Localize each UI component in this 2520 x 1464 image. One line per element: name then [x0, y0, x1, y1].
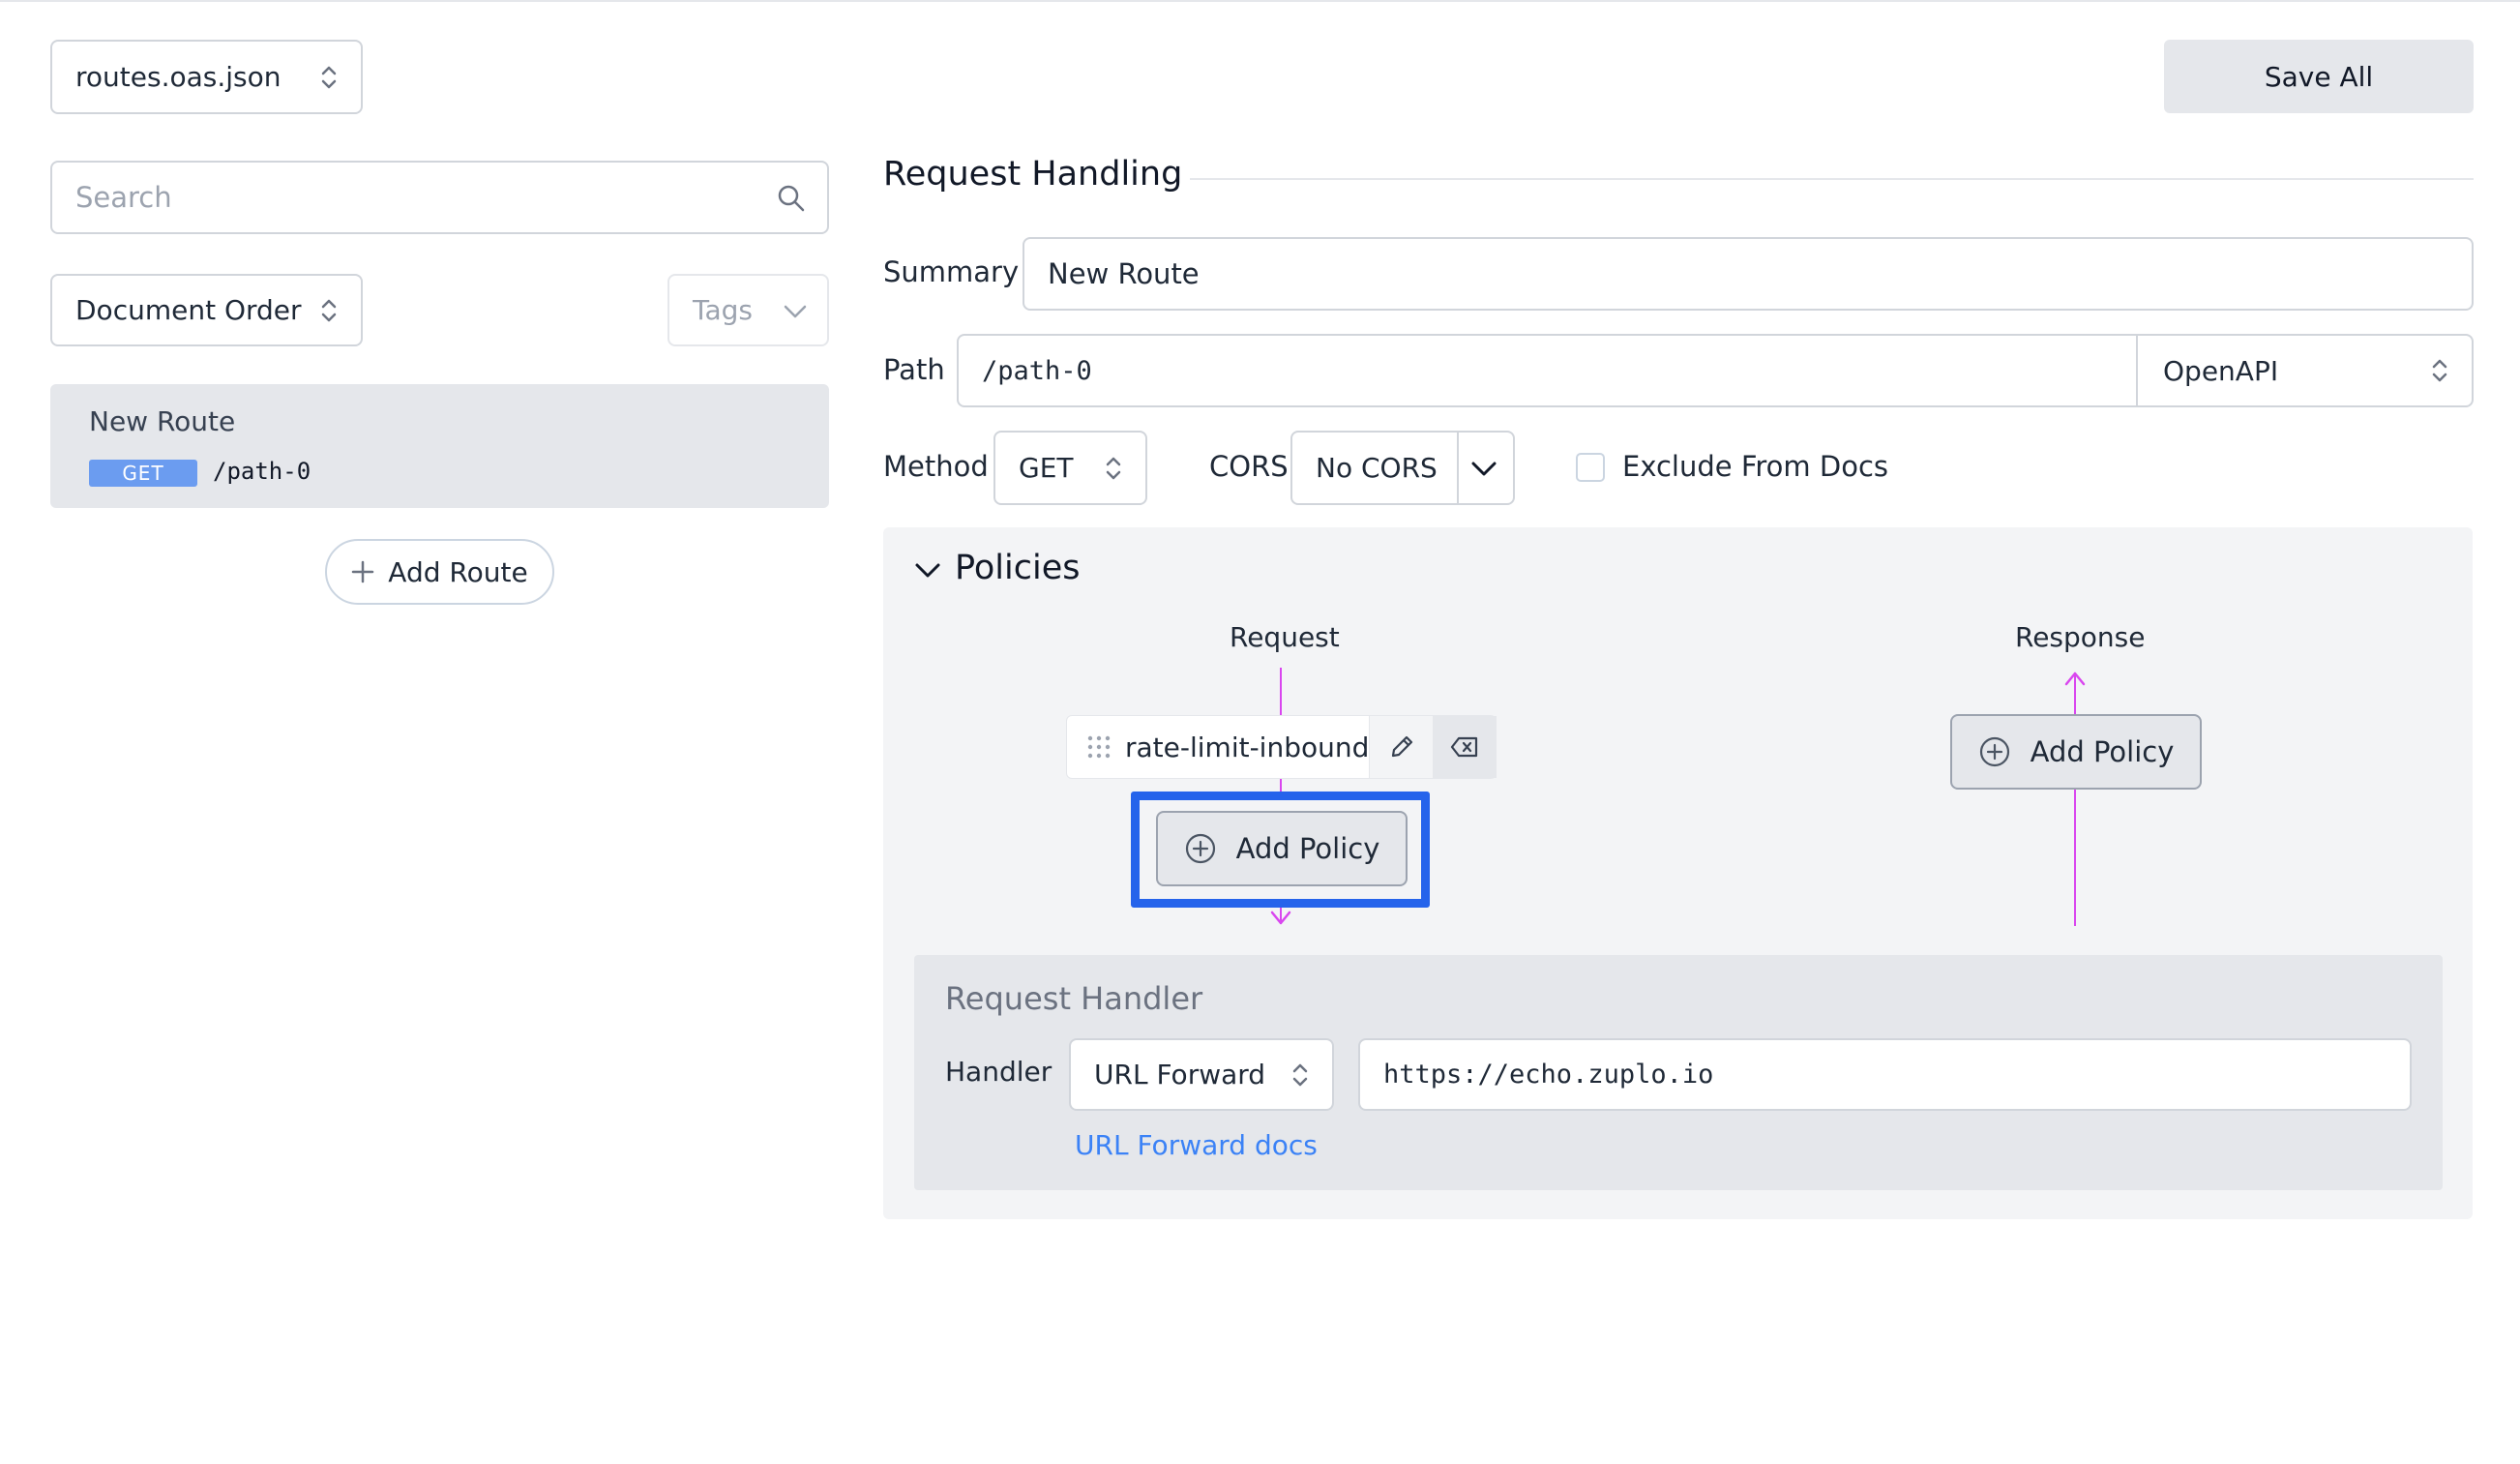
method-select[interactable]: GET [993, 431, 1147, 505]
plus-circle-icon [1185, 833, 1215, 864]
search-placeholder: Search [75, 181, 172, 214]
exclude-from-docs-label: Exclude From Docs [1622, 450, 1889, 483]
chevron-down-icon [1471, 462, 1497, 476]
cors-label: CORS [1209, 450, 1289, 483]
response-flow-line [2074, 789, 2076, 926]
route-name: New Route [89, 405, 236, 437]
request-label: Request [1230, 621, 1340, 653]
chevron-down-icon[interactable] [914, 561, 941, 581]
section-divider [1190, 178, 2474, 180]
summary-input[interactable]: New Route [1023, 237, 2474, 311]
summary-value: New Route [1048, 257, 1200, 290]
request-handler-title: Request Handler [945, 980, 1203, 1017]
add-request-policy-button[interactable]: Add Policy [1156, 811, 1408, 886]
updown-chevron-icon [2432, 359, 2447, 382]
policies-title: Policies [955, 549, 1081, 587]
pencil-icon [1391, 735, 1412, 758]
exclude-from-docs-checkbox[interactable] [1576, 453, 1605, 482]
save-all-label: Save All [2264, 60, 2374, 93]
updown-chevron-icon [1106, 457, 1121, 479]
plus-icon [352, 560, 374, 583]
search-icon [778, 185, 805, 212]
cors-value: No CORS [1316, 452, 1438, 484]
add-route-label: Add Route [388, 555, 528, 588]
path-value: /path-0 [982, 355, 1092, 386]
handler-label: Handler [945, 1056, 1052, 1088]
policy-name: rate-limit-inbound [1125, 731, 1370, 763]
summary-label: Summary [883, 255, 1020, 288]
file-selector[interactable]: routes.oas.json [50, 40, 363, 114]
policy-chip[interactable]: rate-limit-inbound [1066, 715, 1497, 779]
response-label: Response [2015, 621, 2146, 653]
search-input[interactable]: Search [50, 161, 829, 234]
request-flow-line [1280, 668, 1282, 716]
tags-placeholder: Tags [693, 294, 753, 326]
top-border [0, 0, 2520, 2]
cors-divider [1457, 433, 1459, 503]
add-policy-label: Add Policy [1235, 832, 1380, 865]
plus-circle-icon [1979, 736, 2009, 767]
handler-type-select[interactable]: URL Forward [1069, 1038, 1334, 1111]
path-label: Path [883, 353, 945, 386]
route-path: /path-0 [213, 458, 311, 485]
method-badge: GET [89, 460, 197, 487]
request-handler-panel: Request Handler Handler URL Forward http… [914, 955, 2443, 1190]
add-route-button[interactable]: Add Route [325, 539, 554, 605]
updown-chevron-icon [321, 299, 337, 321]
file-selector-value: routes.oas.json [75, 61, 282, 93]
updown-chevron-icon [321, 66, 337, 88]
section-title: Request Handling [883, 155, 1183, 194]
sort-order-select[interactable]: Document Order [50, 274, 363, 346]
add-response-policy-button[interactable]: Add Policy [1950, 714, 2202, 790]
path-input[interactable]: /path-0 [957, 334, 2138, 407]
add-policy-label: Add Policy [2030, 735, 2175, 768]
sort-order-value: Document Order [75, 294, 302, 326]
backspace-icon [1450, 736, 1478, 758]
save-all-button[interactable]: Save All [2164, 40, 2474, 113]
tags-select[interactable]: Tags [667, 274, 829, 346]
updown-chevron-icon [1292, 1063, 1308, 1086]
edit-policy-button[interactable] [1369, 716, 1433, 778]
chevron-down-icon [784, 305, 807, 318]
handler-docs-link[interactable]: URL Forward docs [1075, 1129, 1318, 1161]
remove-policy-button[interactable] [1433, 716, 1497, 778]
arrow-down-icon [1270, 911, 1291, 925]
method-label: Method [883, 450, 989, 483]
route-list-item[interactable]: New Route GET /path-0 [50, 384, 829, 508]
method-value: GET [1019, 452, 1074, 484]
cors-select[interactable]: No CORS [1290, 431, 1515, 505]
path-mode-select[interactable]: OpenAPI [2136, 334, 2474, 407]
handler-url-value: https://echo.zuplo.io [1383, 1060, 1714, 1090]
drag-handle-icon[interactable] [1086, 734, 1112, 760]
path-mode-value: OpenAPI [2163, 354, 2279, 387]
handler-type-value: URL Forward [1094, 1059, 1266, 1091]
handler-url-input[interactable]: https://echo.zuplo.io [1358, 1038, 2412, 1111]
response-flow-line [2074, 672, 2076, 719]
